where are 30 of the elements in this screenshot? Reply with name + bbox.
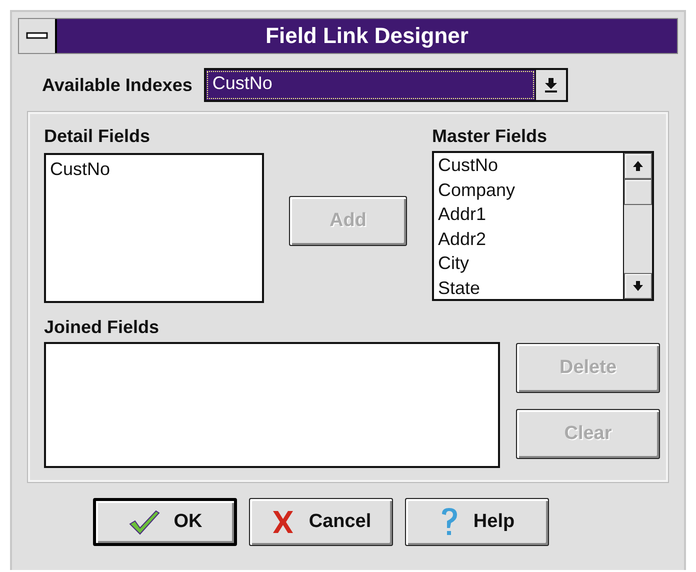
dash-icon (26, 32, 48, 40)
detail-fields-list[interactable]: CustNo (44, 153, 264, 303)
list-label: Master Fields (432, 126, 548, 147)
list-label: Detail Fields (44, 126, 152, 147)
ok-button[interactable]: OK (93, 498, 237, 546)
master-fields-list[interactable]: CustNo Company Addr1 Addr2 City State (432, 151, 654, 301)
down-arrow-icon (632, 280, 644, 292)
scroll-up-button[interactable] (624, 153, 652, 179)
system-menu-button[interactable] (19, 19, 57, 53)
list-item[interactable]: Addr2 (434, 226, 623, 251)
scroll-down-button[interactable] (624, 273, 652, 299)
list-item[interactable]: CustNo (434, 153, 623, 178)
cancel-button[interactable]: Cancel (249, 498, 393, 546)
help-button[interactable]: Help (405, 498, 549, 546)
question-mark-icon (439, 506, 460, 538)
list-item[interactable]: State (434, 276, 623, 300)
x-icon (270, 509, 295, 535)
scroll-thumb[interactable] (624, 179, 652, 205)
list-item[interactable]: Company (434, 178, 623, 202)
window-title: Field Link Designer (264, 22, 470, 50)
list-item[interactable]: CustNo (46, 157, 262, 182)
list-item[interactable]: City (434, 251, 623, 276)
index-dropdown[interactable]: CustNo (204, 68, 568, 102)
field-label: Available Indexes (42, 74, 192, 96)
joined-fields-list[interactable] (44, 342, 500, 468)
dropdown-arrow-icon (544, 77, 558, 93)
list-label: Joined Fields (44, 317, 160, 338)
list-item[interactable]: Addr1 (434, 202, 623, 226)
checkmark-icon (128, 509, 160, 535)
up-arrow-icon (632, 160, 644, 172)
